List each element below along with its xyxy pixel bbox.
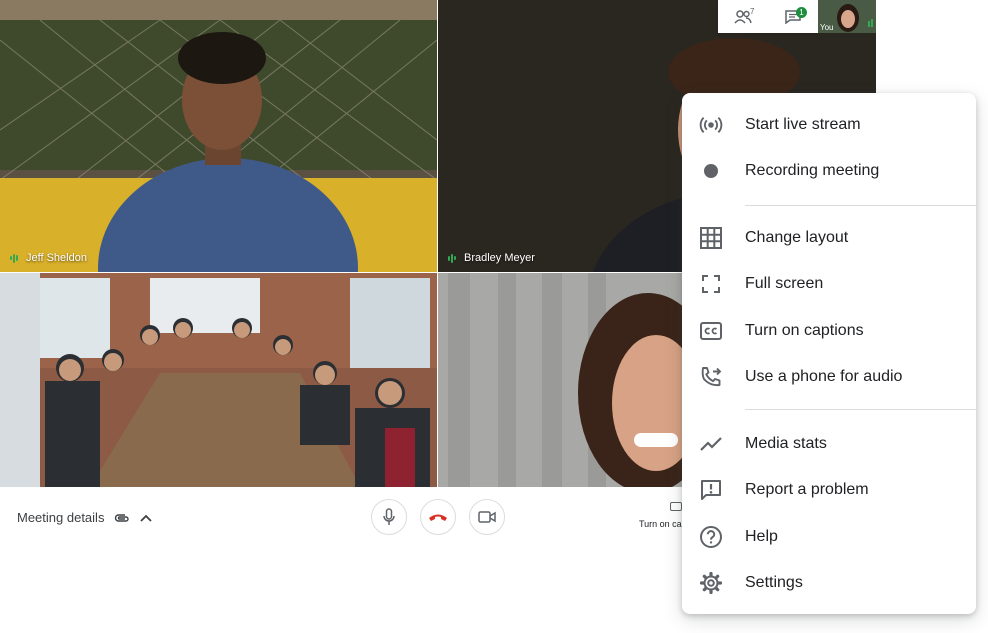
menu-item-label: Start live stream [745,116,861,133]
speaking-indicator-icon [10,253,18,263]
feedback-icon [699,478,723,502]
attachment-icon [115,513,130,522]
live-stream-icon [699,113,723,137]
chat-button[interactable]: 1 [776,5,810,29]
closed-captions-icon [670,502,682,511]
menu-item-media-stats[interactable]: Media stats [682,421,976,467]
menu-item-label: Turn on captions [745,322,864,339]
trending-line-icon [699,432,723,456]
menu-item-full-screen[interactable]: Full screen [682,261,976,307]
participant-name: Bradley Meyer [464,252,535,264]
meeting-details-label: Meeting details [17,510,105,525]
participant-name: Jeff Sheldon [26,252,87,264]
menu-item-start-live-stream[interactable]: Start live stream [682,102,976,148]
self-label: You [820,23,834,32]
menu-item-label: Help [745,528,778,545]
video-camera-icon [478,511,496,523]
menu-item-label: Media stats [745,435,827,452]
captions-toggle-partial[interactable]: Turn on ca [639,502,682,529]
microphone-icon [383,508,395,525]
closed-captions-icon [699,319,723,343]
settings-gear-icon [699,571,723,595]
menu-item-recording-meeting[interactable]: Recording meeting [682,148,976,194]
camera-button[interactable] [469,499,505,535]
menu-item-help[interactable]: Help [682,514,976,560]
menu-item-label: Settings [745,574,803,591]
phone-forward-icon [699,365,723,389]
top-controls: 7 1 [718,0,818,33]
participant-video [0,273,437,487]
hang-up-icon [429,514,447,521]
menu-item-label: Recording meeting [745,162,880,179]
more-options-menu: Start live stream Recording meeting Chan… [682,93,976,614]
menu-item-label: Report a problem [745,481,869,498]
grid-layout-icon [699,226,723,250]
fullscreen-icon [699,272,723,296]
participant-count: 7 [750,6,755,16]
menu-divider [745,205,976,206]
chat-unread-badge: 1 [796,6,807,18]
chevron-up-icon [140,514,153,522]
meeting-details-button[interactable]: Meeting details [17,510,153,525]
microphone-button[interactable] [371,499,407,535]
menu-item-change-layout[interactable]: Change layout [682,215,976,261]
record-dot-icon [699,159,723,183]
menu-item-settings[interactable]: Settings [682,560,976,606]
participant-tile: Jeff Sheldon [0,0,437,272]
menu-item-report-problem[interactable]: Report a problem [682,467,976,513]
participants-button[interactable]: 7 [726,5,760,29]
menu-item-use-phone-for-audio[interactable]: Use a phone for audio [682,354,976,400]
menu-divider [745,409,976,410]
self-view[interactable]: You [818,0,876,33]
captions-label: Turn on ca [639,519,682,529]
speaking-indicator-icon [448,253,456,263]
participant-video [0,0,437,272]
menu-item-label: Use a phone for audio [745,368,903,385]
menu-item-turn-on-captions[interactable]: Turn on captions [682,308,976,354]
menu-item-label: Change layout [745,229,849,246]
participant-tile [0,273,437,487]
help-icon [699,525,723,549]
hang-up-button[interactable] [420,499,456,535]
menu-item-label: Full screen [745,275,824,292]
